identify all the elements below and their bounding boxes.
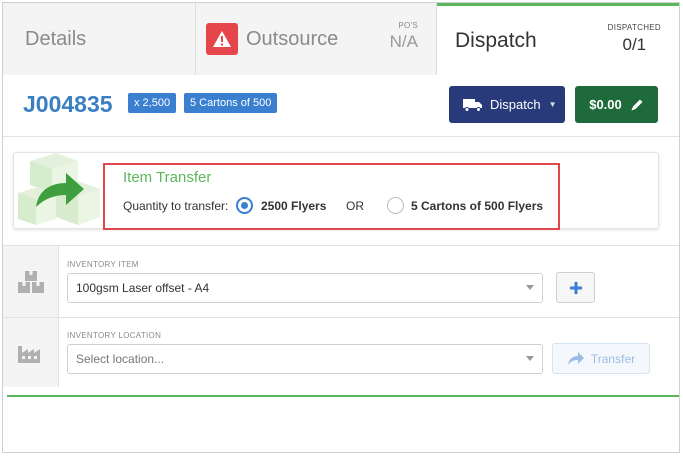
tab-dispatch-label: Dispatch: [455, 28, 537, 52]
inventory-location-label: INVENTORY LOCATION: [67, 331, 162, 340]
price-button-label: $0.00: [589, 97, 622, 112]
tab-details[interactable]: Details: [3, 3, 196, 75]
boxes-icon: [17, 270, 44, 293]
plus-icon: [569, 281, 582, 294]
inventory-item-value: 100gsm Laser offset - A4: [76, 281, 210, 295]
cartons-badge: 5 Cartons of 500: [184, 93, 278, 113]
inventory-location-placeholder: Select location...: [76, 352, 165, 366]
inventory-item-label: INVENTORY ITEM: [67, 260, 139, 269]
tab-outsource-label: Outsource: [246, 27, 339, 50]
inventory-item-select[interactable]: 100gsm Laser offset - A4: [67, 273, 543, 303]
pos-summary: PO'S N/A: [390, 21, 418, 52]
radio-flyers[interactable]: [236, 197, 253, 214]
pencil-icon: [631, 99, 643, 110]
tab-bar: Details Outsource PO'S N/A Dispatch DISP…: [3, 3, 679, 75]
item-transfer-title: Item Transfer: [123, 169, 212, 186]
app-frame: Details Outsource PO'S N/A Dispatch DISP…: [2, 2, 680, 453]
dispatched-value: 0/1: [622, 35, 647, 54]
tab-outsource[interactable]: Outsource PO'S N/A: [196, 3, 437, 75]
add-inventory-button[interactable]: [556, 272, 595, 303]
truck-icon: [463, 98, 482, 112]
inventory-item-row: INVENTORY ITEM 100gsm Laser offset - A4: [3, 245, 679, 317]
quantity-to-transfer-label: Quantity to transfer:: [123, 199, 229, 213]
chevron-down-icon: [526, 285, 534, 290]
row-side-panel: [3, 318, 59, 387]
radio-cartons[interactable]: [387, 197, 404, 214]
row-side-panel: [3, 246, 59, 317]
option-cartons-label[interactable]: 5 Cartons of 500 Flyers: [411, 199, 543, 213]
dispatch-button[interactable]: Dispatch ▼: [449, 86, 565, 123]
box-transfer-icon: [18, 153, 100, 225]
dispatched-summary: DISPATCHED 0/1: [608, 23, 661, 55]
option-flyers-label[interactable]: 2500 Flyers: [261, 199, 326, 213]
tab-details-label: Details: [25, 27, 87, 50]
pos-label: PO'S: [398, 21, 418, 30]
dispatched-label: DISPATCHED: [607, 23, 661, 32]
job-number[interactable]: J004835: [23, 91, 113, 118]
pos-value: N/A: [389, 32, 418, 51]
tab-dispatch[interactable]: Dispatch DISPATCHED 0/1: [437, 3, 679, 75]
dispatch-button-label: Dispatch: [490, 97, 541, 112]
or-label: OR: [346, 199, 364, 213]
footer-divider: [7, 395, 679, 397]
chevron-down-icon: [526, 356, 534, 361]
quantity-badge: x 2,500: [128, 93, 177, 113]
inventory-location-select[interactable]: Select location...: [67, 344, 543, 374]
job-header: J004835 x 2,500 5 Cartons of 500 Dispatc…: [3, 75, 679, 137]
price-button[interactable]: $0.00: [575, 86, 658, 123]
caret-down-icon: ▼: [548, 100, 557, 109]
warning-icon: [206, 23, 238, 55]
inventory-location-row: INVENTORY LOCATION Select location... Tr…: [3, 317, 679, 387]
transfer-button[interactable]: Transfer: [552, 343, 650, 374]
transfer-button-label: Transfer: [590, 351, 636, 366]
factory-icon: [17, 345, 40, 363]
share-arrow-icon: [567, 351, 584, 365]
